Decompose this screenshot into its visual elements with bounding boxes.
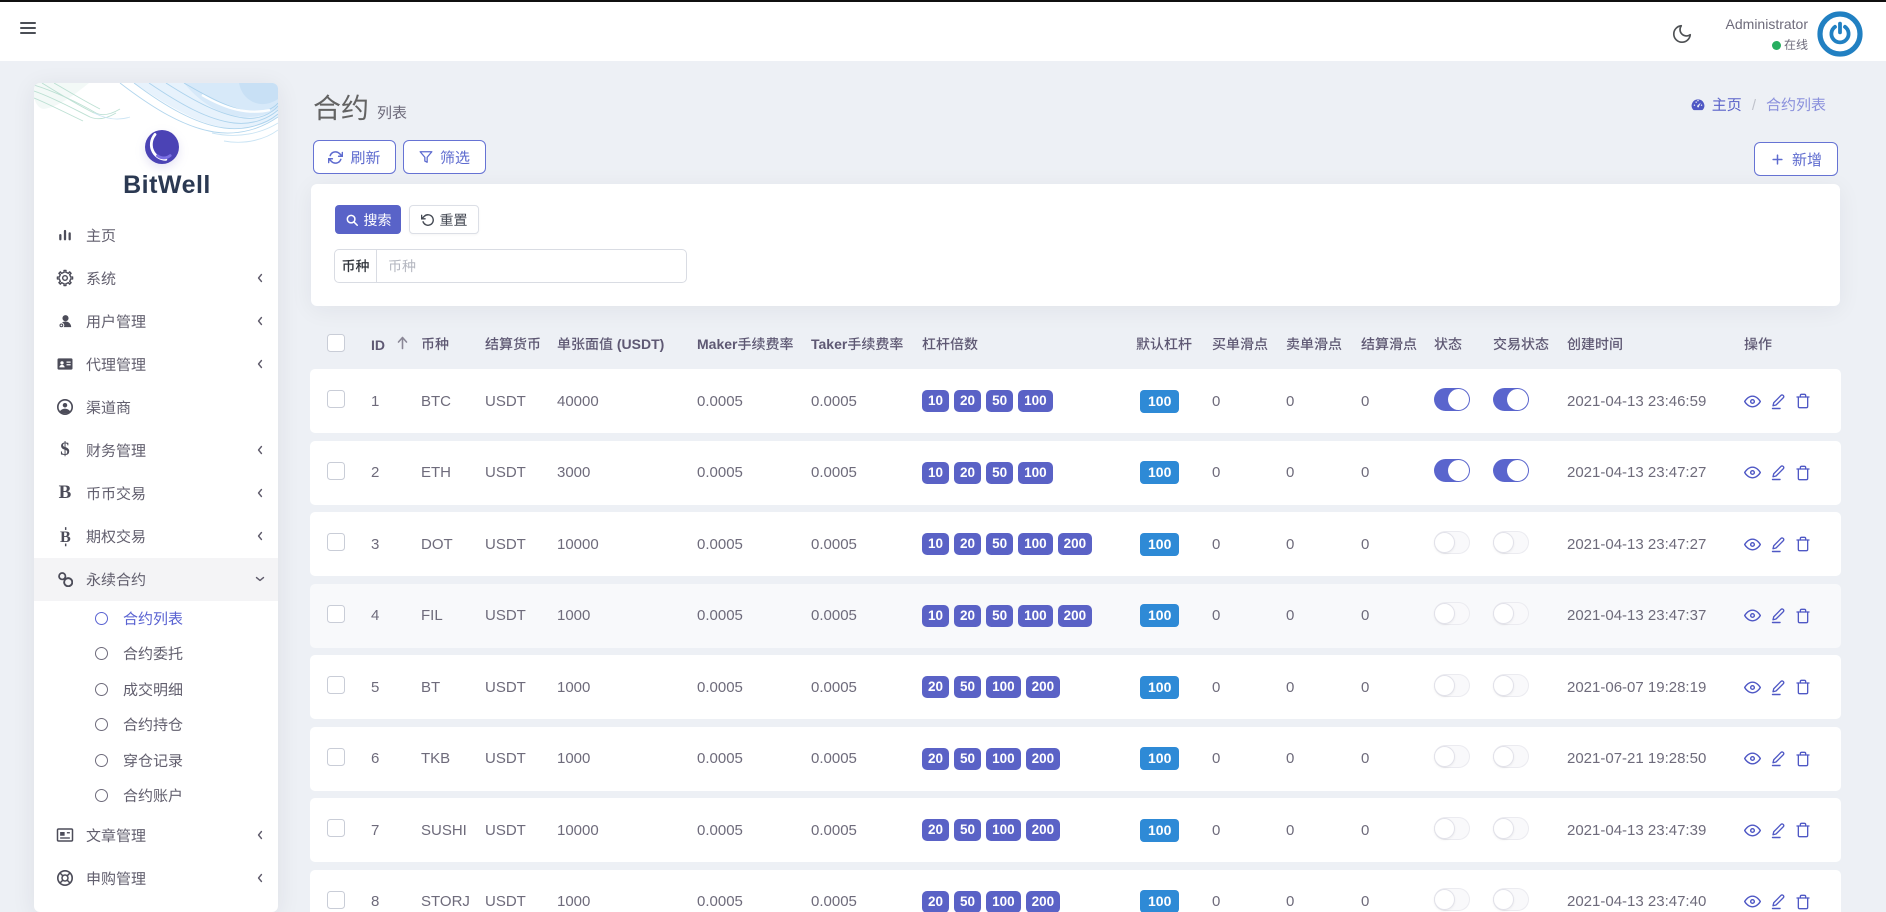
svg-text:B: B	[59, 529, 70, 546]
